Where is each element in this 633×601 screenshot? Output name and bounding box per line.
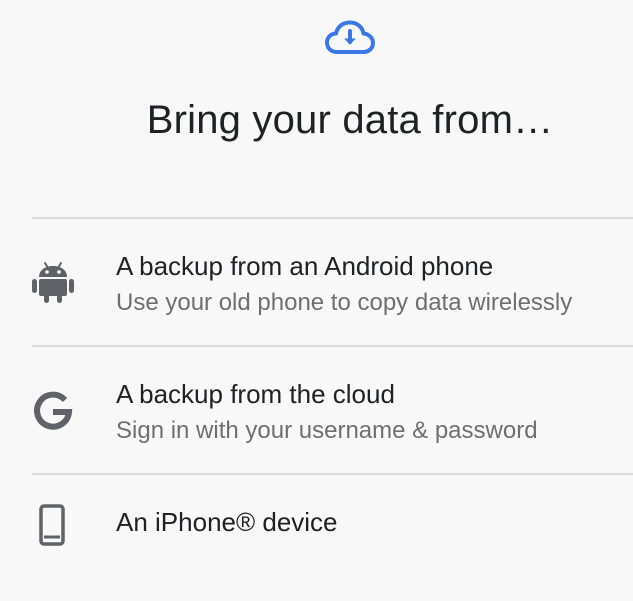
option-subtitle: Sign in with your username & password (116, 417, 538, 444)
option-cloud-backup[interactable]: A backup from the cloud Sign in with you… (0, 347, 633, 473)
option-subtitle: Use your old phone to copy data wireless… (116, 289, 573, 316)
phone-icon (30, 504, 76, 550)
option-title: A backup from the cloud (116, 379, 395, 409)
google-g-icon (30, 389, 76, 435)
android-icon (30, 258, 76, 304)
option-android-backup[interactable]: A backup from an Android phone Use your … (0, 219, 633, 345)
option-title: A backup from an Android phone (116, 251, 494, 281)
cloud-download-icon (325, 20, 375, 56)
page-title: Bring your data from… (146, 98, 554, 142)
option-iphone[interactable]: An iPhone® device (0, 475, 633, 601)
option-title: An iPhone® device (116, 507, 338, 537)
